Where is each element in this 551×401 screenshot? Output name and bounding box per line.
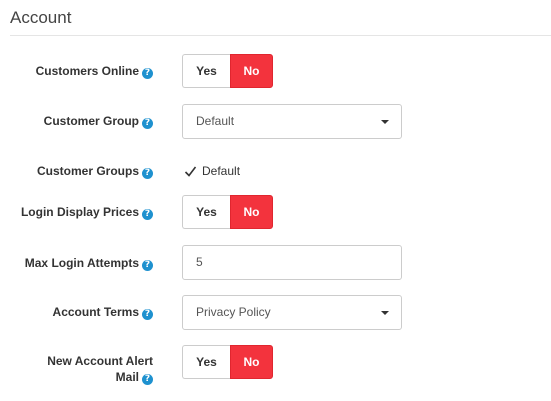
checkbox-label: Default xyxy=(202,164,241,178)
select-value: Privacy Policy xyxy=(196,305,271,319)
field-label: Account Terms? xyxy=(53,304,153,320)
caret-down-icon xyxy=(381,120,389,124)
select-value: Default xyxy=(196,114,235,128)
checkbox-checked[interactable] xyxy=(184,165,197,178)
yes-button[interactable]: Yes xyxy=(182,345,230,379)
label-text: Max Login Attempts xyxy=(24,256,139,270)
help-icon[interactable]: ? xyxy=(142,374,153,385)
caret-down-icon xyxy=(381,311,389,315)
label-text: Customer Group xyxy=(43,114,139,128)
field-label: New Account Alert Mail? xyxy=(47,353,153,385)
help-icon[interactable]: ? xyxy=(142,260,153,271)
help-icon[interactable]: ? xyxy=(142,118,153,129)
section-divider xyxy=(10,35,551,36)
customers-online-toggle: Yes No xyxy=(182,54,273,88)
no-button[interactable]: No xyxy=(230,54,273,88)
account-terms-select[interactable]: Privacy Policy xyxy=(182,295,402,330)
help-icon[interactable]: ? xyxy=(142,309,153,320)
checkmark-icon xyxy=(184,166,197,177)
no-button[interactable]: No xyxy=(230,195,273,229)
label-text: Login Display Prices xyxy=(20,205,139,219)
label-text-line2: Mail xyxy=(115,370,139,384)
help-icon[interactable]: ? xyxy=(142,168,153,179)
field-label: Max Login Attempts? xyxy=(25,255,153,271)
label-text-line1: New Account Alert xyxy=(47,354,153,368)
section-title: Account xyxy=(10,8,72,27)
yes-button[interactable]: Yes xyxy=(182,54,230,88)
field-label: Login Display Prices? xyxy=(21,204,153,220)
field-label: Customer Group? xyxy=(44,113,153,129)
customer-group-select[interactable]: Default xyxy=(182,104,402,139)
yes-button[interactable]: Yes xyxy=(182,195,230,229)
max-login-attempts-input[interactable]: 5 xyxy=(182,245,402,280)
input-value: 5 xyxy=(196,255,203,269)
help-icon[interactable]: ? xyxy=(142,209,153,220)
new-account-alert-mail-toggle: Yes No xyxy=(182,345,273,379)
label-text: Customer Groups xyxy=(36,164,139,178)
label-text: Account Terms xyxy=(52,305,139,319)
label-text: Customers Online xyxy=(35,64,139,78)
customer-groups-option: Default xyxy=(184,163,240,179)
field-label: Customer Groups? xyxy=(37,163,153,179)
login-display-prices-toggle: Yes No xyxy=(182,195,273,229)
no-button[interactable]: No xyxy=(230,345,273,379)
help-icon[interactable]: ? xyxy=(142,68,153,79)
field-label: Customers Online? xyxy=(36,63,153,79)
